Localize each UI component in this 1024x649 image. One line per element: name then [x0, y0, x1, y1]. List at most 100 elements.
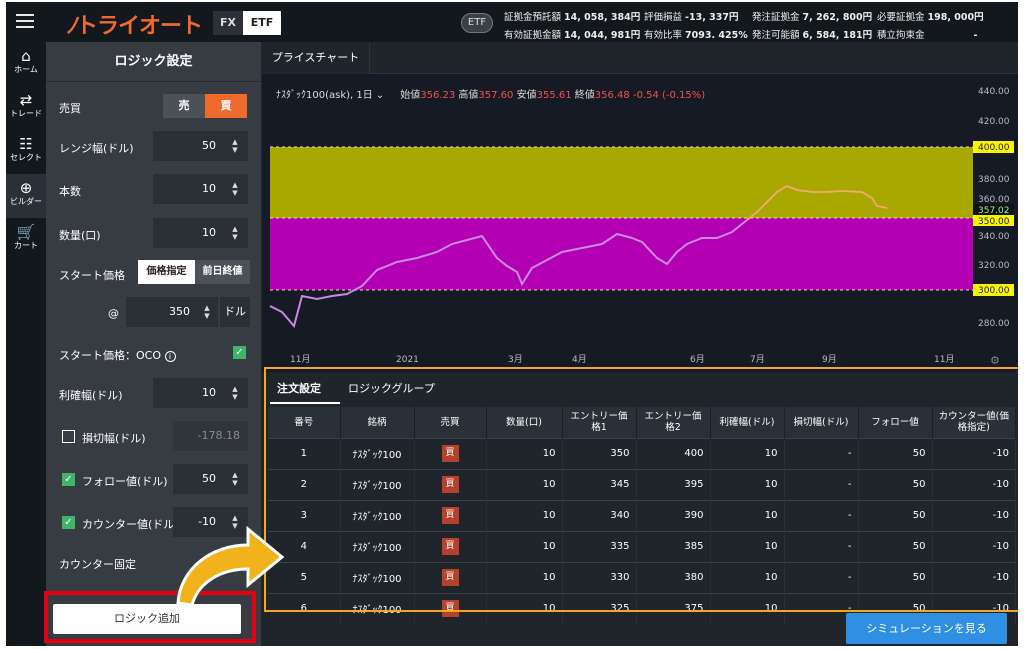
nav-builder[interactable]: ⊕ ビルダー [6, 174, 46, 218]
nav-select[interactable]: ☷ セレクト [6, 130, 46, 174]
tp-stepper-icon[interactable]: ▲ ▼ [230, 385, 240, 401]
chart-tab-bar [262, 42, 1018, 74]
counter-checkbox[interactable]: ✓ [62, 516, 75, 529]
price-marker-current-text: 357.02 [978, 206, 1010, 216]
lower-range-band [270, 218, 973, 290]
start-price-specified-button[interactable]: 価格指定 [138, 260, 195, 284]
qty-stepper-icon[interactable]: ▲ ▼ [230, 225, 240, 241]
account-deposit: 証拠金預託額 14, 058, 384円 [504, 12, 641, 23]
sl-checkbox[interactable] [62, 430, 75, 443]
home-icon: ⌂ [21, 47, 31, 65]
follow-value: 50 [202, 472, 216, 485]
start-price-prevclose-button[interactable]: 前日終値 [195, 260, 250, 284]
oco-label-text: スタート価格：OCO [59, 349, 161, 362]
time-tick-sep: 9月 [822, 354, 837, 365]
time-tick-mar: 3月 [508, 354, 523, 365]
chart-settings-icon[interactable]: ⚙ [990, 354, 1000, 367]
price-tick-380: 380.00 [978, 175, 1010, 185]
range-stepper-icon[interactable]: ▲ ▼ [230, 138, 240, 154]
account-pnl: 評価損益 -13, 337円 [644, 12, 739, 23]
price-marker-300-text: 300.00 [978, 286, 1010, 296]
price-tick-360: 360.00 [978, 195, 1010, 205]
oco-checkbox[interactable]: ✓ [233, 346, 246, 359]
nav-trade[interactable]: ⇄ トレード [6, 86, 46, 130]
account-effective-ratio: 有効比率 7093. 425% [644, 30, 748, 41]
price-tick-440: 440.00 [978, 87, 1010, 97]
upper-range-band [270, 147, 973, 218]
follow-input[interactable]: 50 ▲ ▼ [173, 464, 248, 494]
nav-home-label: ホーム [14, 65, 38, 74]
nav-home[interactable]: ⌂ ホーム [6, 42, 46, 86]
nav-builder-label: ビルダー [10, 197, 42, 206]
sl-input[interactable]: -178.18 [173, 421, 248, 451]
brand-logo: ﾉトライオート [66, 14, 203, 39]
start-price-stepper-icon[interactable]: ▲ ▼ [202, 304, 212, 320]
time-tick-nov: 11月 [290, 354, 310, 365]
simulation-button[interactable]: シミュレーションを見る [846, 613, 1007, 644]
start-price-value: 350 [169, 305, 190, 318]
account-order-margin: 発注証拠金 7, 262, 800円 [752, 12, 873, 23]
time-tick-jul: 7月 [750, 354, 765, 365]
start-price-input[interactable]: 350 ▲ ▼ [126, 297, 218, 327]
time-tick-jun: 6月 [690, 354, 705, 365]
nav-cart-label: カート [14, 241, 38, 250]
highlight-frame [264, 367, 1018, 612]
oco-label: スタート価格：OCO i [59, 347, 176, 363]
qty-input[interactable]: 10 ▲ ▼ [153, 218, 248, 248]
logic-panel-title: ロジック設定 [46, 42, 261, 82]
price-tick-420: 420.00 [978, 117, 1010, 127]
time-tick-apr: 4月 [572, 354, 587, 365]
account-reserve: 積立拘束金 - [877, 30, 978, 41]
builder-icon: ⊕ [19, 179, 33, 197]
select-icon: ☷ [19, 135, 33, 153]
follow-label: フォロー値(ドル) [82, 475, 168, 488]
sl-label: 損切幅(ドル) [82, 432, 146, 445]
cart-icon: 🛒 [16, 223, 36, 241]
tp-value: 10 [202, 386, 216, 399]
range-value: 50 [202, 139, 216, 152]
mode-fx-button[interactable]: FX [213, 11, 243, 35]
price-tick-340: 340.00 [978, 232, 1010, 242]
price-marker-400-text: 400.00 [978, 143, 1010, 153]
mode-etf-button[interactable]: ETF [243, 11, 281, 35]
brand-logo-text: トライオート [76, 14, 203, 39]
price-chart[interactable]: プライスチャート ﾅｽﾀﾞｯｸ100(ask), 1日 ⌄ 始値356.23 高… [262, 42, 1018, 372]
count-label: 本数 [59, 185, 81, 198]
buy-button[interactable]: 買 [205, 94, 247, 118]
tab-price-chart[interactable]: プライスチャート [262, 42, 370, 74]
tp-label: 利確幅(ドル) [59, 389, 123, 402]
top-bar: ﾉトライオート FX ETF ETF 証拠金預託額 14, 058, 384円 … [6, 2, 1018, 42]
arrow-icon [176, 525, 285, 607]
unit-label: ドル [220, 297, 250, 327]
etf-badge: ETF [461, 13, 493, 33]
time-tick-2021: 2021 [396, 355, 419, 365]
account-available: 発注可能額 6, 584, 181円 [752, 30, 873, 41]
tp-input[interactable]: 10 ▲ ▼ [153, 378, 248, 408]
qty-value: 10 [202, 226, 216, 239]
trade-icon: ⇄ [19, 91, 33, 109]
sell-button[interactable]: 売 [163, 94, 205, 118]
account-required-margin: 必要証拠金 198, 000円 [877, 12, 984, 23]
count-stepper-icon[interactable]: ▲ ▼ [230, 181, 240, 197]
follow-checkbox[interactable]: ✓ [62, 473, 75, 486]
side-label: 売買 [59, 102, 81, 115]
price-marker-350-text: 350.00 [978, 217, 1010, 227]
menu-icon[interactable] [16, 14, 34, 28]
nav-rail: ⌂ ホーム ⇄ トレード ☷ セレクト ⊕ ビルダー 🛒 カート [6, 42, 46, 646]
price-tick-280: 280.00 [978, 319, 1010, 329]
range-input[interactable]: 50 ▲ ▼ [153, 131, 248, 161]
range-label: レンジ幅(ドル) [59, 142, 134, 155]
start-price-label: スタート価格 [59, 269, 125, 282]
app-window: ﾉトライオート FX ETF ETF 証拠金預託額 14, 058, 384円 … [6, 2, 1018, 646]
count-input[interactable]: 10 ▲ ▼ [153, 174, 248, 204]
price-tick-320: 320.00 [978, 261, 1010, 271]
chart-canvas[interactable]: 440.00 420.00 400.00 380.00 360.00 357.0… [262, 74, 1018, 372]
follow-stepper-icon[interactable]: ▲ ▼ [230, 471, 240, 487]
info-icon[interactable]: i [164, 351, 176, 362]
counter-label: カウンター値(ドル) [82, 518, 179, 531]
nav-cart[interactable]: 🛒 カート [6, 218, 46, 262]
account-effective-margin: 有効証拠金額 14, 044, 981円 [504, 30, 641, 41]
nav-select-label: セレクト [10, 153, 42, 162]
at-label: @ [108, 307, 119, 320]
count-value: 10 [202, 182, 216, 195]
